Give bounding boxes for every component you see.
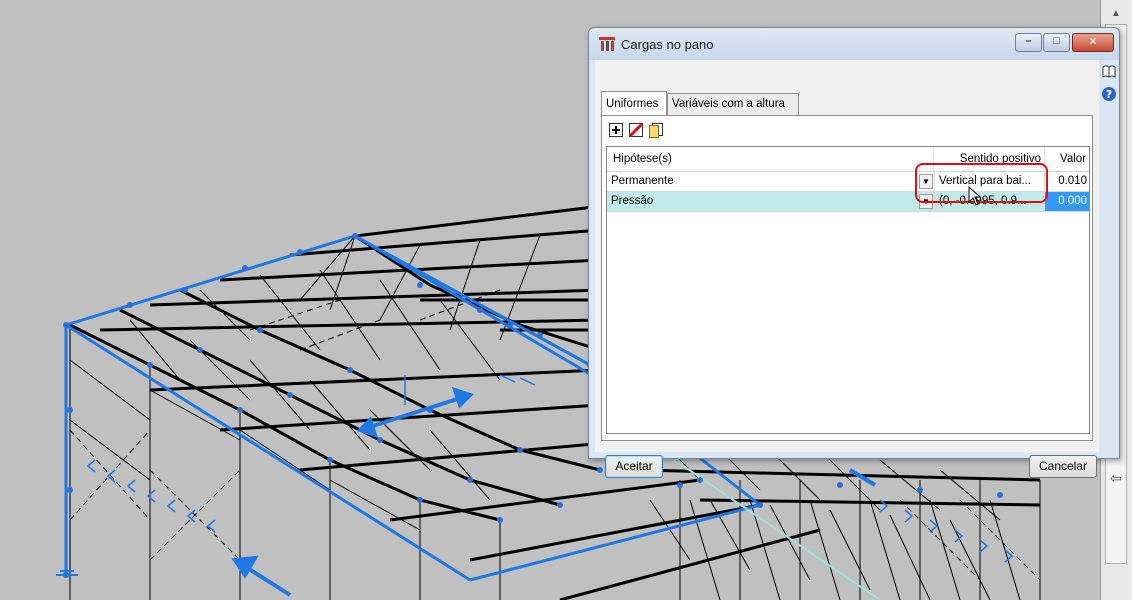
column-header-hipotese[interactable]: Hipótese(s) — [613, 147, 672, 171]
aceitar-button[interactable]: Aceitar — [605, 455, 663, 478]
minimize-button[interactable]: – — [1015, 33, 1042, 52]
value-cell-editing[interactable]: 0.000 — [1045, 192, 1089, 211]
maximize-button[interactable]: □ — [1043, 33, 1070, 52]
question-help-icon[interactable]: ? — [1101, 86, 1117, 102]
scroll-up-arrow-icon[interactable]: ▲ — [1111, 8, 1121, 19]
cancelar-button[interactable]: Cancelar — [1029, 455, 1097, 478]
minimize-icon: – — [1025, 35, 1032, 47]
cypecad-cargas-icon — [599, 37, 615, 51]
delete-row-icon[interactable] — [628, 122, 644, 138]
copy-row-icon[interactable] — [648, 122, 664, 138]
hypothesis-cell[interactable]: Pressão — [609, 192, 921, 211]
dialog-side-toolbar: ? — [1101, 64, 1117, 108]
hypothesis-cell[interactable]: Permanente — [609, 172, 921, 191]
dialog-titlebar[interactable]: Cargas no pano – □ ✕ — [589, 28, 1119, 60]
tab-variaveis-com-altura[interactable]: Variáveis com a altura — [667, 93, 799, 115]
dialog-content-panel: Uniformes Variáveis com a altura Hipótes… — [595, 60, 1099, 478]
maximize-icon: □ — [1053, 35, 1060, 47]
column-header-valor[interactable]: Valor — [1048, 147, 1086, 171]
close-button[interactable]: ✕ — [1072, 33, 1114, 52]
close-icon: ✕ — [1088, 36, 1098, 48]
book-help-icon[interactable] — [1101, 64, 1117, 80]
cargas-no-pano-dialog: Cargas no pano – □ ✕ Uniformes Variáveis… — [588, 27, 1120, 478]
collapse-arrow-icon[interactable]: ⇦ — [1110, 470, 1122, 487]
add-row-icon[interactable] — [608, 122, 624, 138]
mouse-cursor-icon — [968, 186, 982, 206]
svg-text:?: ? — [1106, 88, 1112, 101]
tab-uniformes[interactable]: Uniformes — [601, 91, 667, 115]
tab-label: Uniformes — [606, 98, 659, 110]
tab-label: Variáveis com a altura — [672, 98, 785, 110]
dialog-title: Cargas no pano — [621, 37, 714, 52]
value-cell[interactable]: 0.010 — [1045, 172, 1089, 191]
